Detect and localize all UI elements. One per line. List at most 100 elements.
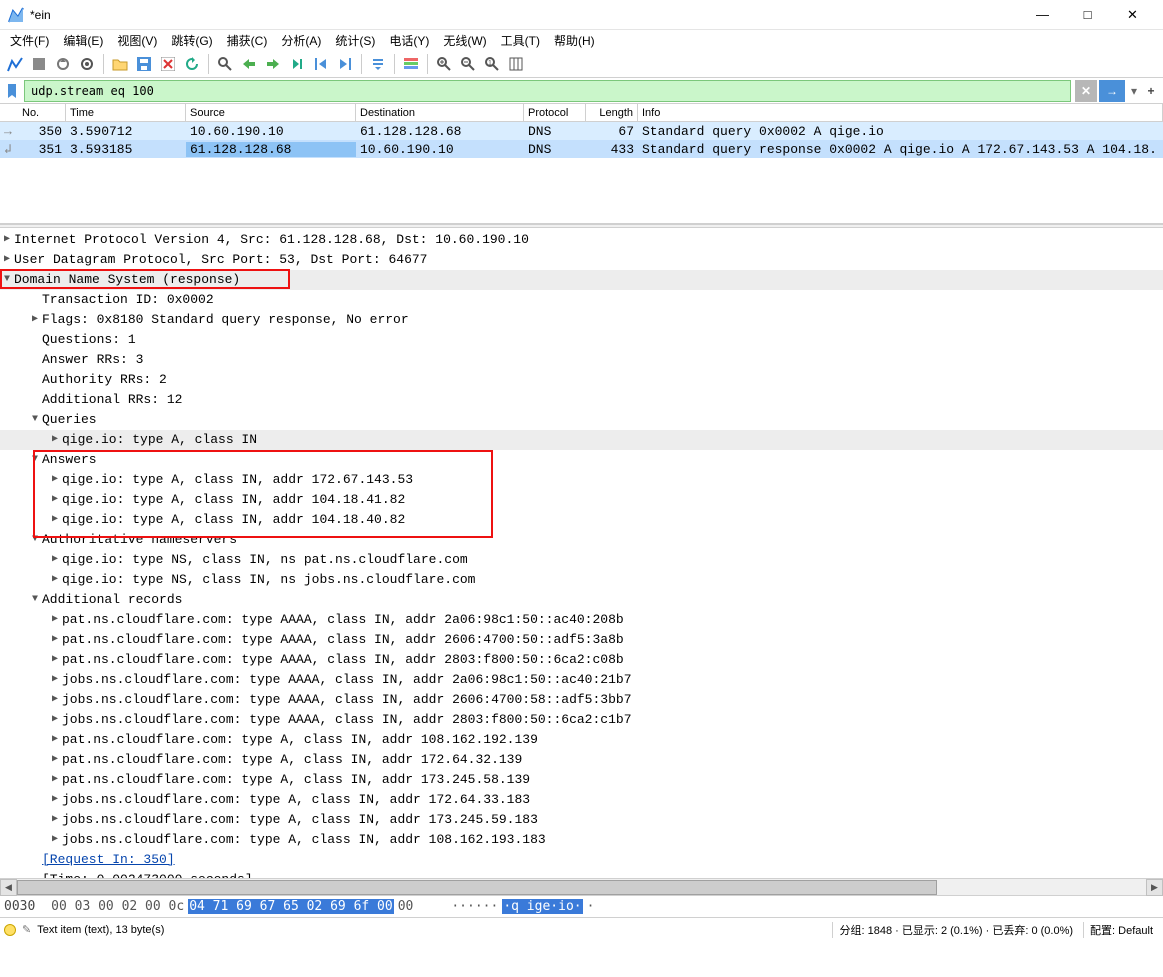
tree-item[interactable]: [Time: 0.002473000 seconds] bbox=[0, 870, 1163, 878]
menu-tools[interactable]: 工具(T) bbox=[495, 31, 546, 50]
collapse-icon[interactable]: ▼ bbox=[28, 410, 42, 430]
tree-item[interactable]: ▼Queries bbox=[0, 410, 1163, 430]
expand-icon[interactable]: ▶ bbox=[28, 310, 42, 330]
tree-item[interactable]: ▶pat.ns.cloudflare.com: type AAAA, class… bbox=[0, 610, 1163, 630]
expand-icon[interactable]: ▶ bbox=[48, 550, 62, 570]
go-back-icon[interactable] bbox=[238, 53, 260, 75]
start-capture-icon[interactable] bbox=[4, 53, 26, 75]
minimize-button[interactable]: — bbox=[1020, 0, 1065, 30]
tree-item[interactable]: ▶qige.io: type NS, class IN, ns jobs.ns.… bbox=[0, 570, 1163, 590]
expand-icon[interactable]: ▶ bbox=[48, 790, 62, 810]
menu-wireless[interactable]: 无线(W) bbox=[437, 31, 492, 50]
menu-go[interactable]: 跳转(G) bbox=[165, 31, 218, 50]
auto-scroll-icon[interactable] bbox=[367, 53, 389, 75]
expand-icon[interactable]: ▶ bbox=[48, 630, 62, 650]
tree-item[interactable]: ▼Additional records bbox=[0, 590, 1163, 610]
expand-icon[interactable]: ▶ bbox=[48, 770, 62, 790]
save-file-icon[interactable] bbox=[133, 53, 155, 75]
filter-history-dropdown[interactable]: ▾ bbox=[1127, 80, 1141, 102]
col-destination[interactable]: Destination bbox=[356, 104, 524, 121]
menu-view[interactable]: 视图(V) bbox=[111, 31, 163, 50]
collapse-icon[interactable]: ▼ bbox=[28, 530, 42, 550]
go-first-icon[interactable] bbox=[310, 53, 332, 75]
menu-statistics[interactable]: 统计(S) bbox=[329, 31, 381, 50]
expand-icon[interactable]: ▶ bbox=[48, 570, 62, 590]
expand-icon[interactable]: ▶ bbox=[48, 830, 62, 850]
zoom-in-icon[interactable] bbox=[433, 53, 455, 75]
expand-icon[interactable]: ▶ bbox=[48, 730, 62, 750]
tree-item[interactable]: ▶pat.ns.cloudflare.com: type AAAA, class… bbox=[0, 650, 1163, 670]
col-time[interactable]: Time bbox=[66, 104, 186, 121]
close-file-icon[interactable] bbox=[157, 53, 179, 75]
tree-item[interactable]: ▶jobs.ns.cloudflare.com: type A, class I… bbox=[0, 810, 1163, 830]
expert-info-icon[interactable] bbox=[4, 924, 16, 936]
add-filter-button[interactable]: + bbox=[1143, 80, 1159, 102]
go-to-packet-icon[interactable] bbox=[286, 53, 308, 75]
expand-icon[interactable]: ▶ bbox=[48, 510, 62, 530]
expand-icon[interactable]: ▶ bbox=[48, 650, 62, 670]
menu-help[interactable]: 帮助(H) bbox=[548, 31, 601, 50]
packet-row[interactable]: → 350 3.590712 10.60.190.10 61.128.128.6… bbox=[0, 122, 1163, 140]
menu-capture[interactable]: 捕获(C) bbox=[221, 31, 274, 50]
menu-analyze[interactable]: 分析(A) bbox=[275, 31, 327, 50]
expand-icon[interactable]: ▶ bbox=[0, 230, 14, 250]
col-length[interactable]: Length bbox=[586, 104, 638, 121]
tree-item[interactable]: Transaction ID: 0x0002 bbox=[0, 290, 1163, 310]
tree-item[interactable]: ▼Authoritative nameservers bbox=[0, 530, 1163, 550]
find-packet-icon[interactable] bbox=[214, 53, 236, 75]
menu-telephony[interactable]: 电话(Y) bbox=[383, 31, 435, 50]
tree-item-dns[interactable]: ▼Domain Name System (response) bbox=[0, 270, 1163, 290]
tree-item[interactable]: ▶qige.io: type A, class IN bbox=[0, 430, 1163, 450]
expand-icon[interactable]: ▶ bbox=[48, 470, 62, 490]
tree-item[interactable]: ▶qige.io: type A, class IN, addr 172.67.… bbox=[0, 470, 1163, 490]
tree-item[interactable]: ▶qige.io: type A, class IN, addr 104.18.… bbox=[0, 510, 1163, 530]
tree-item[interactable]: ▶Flags: 0x8180 Standard query response, … bbox=[0, 310, 1163, 330]
scroll-right-icon[interactable]: ▶ bbox=[1146, 879, 1163, 896]
tree-item[interactable]: ▶qige.io: type NS, class IN, ns pat.ns.c… bbox=[0, 550, 1163, 570]
collapse-icon[interactable]: ▼ bbox=[0, 270, 14, 290]
tree-item[interactable]: Authority RRs: 2 bbox=[0, 370, 1163, 390]
resize-columns-icon[interactable] bbox=[505, 53, 527, 75]
scroll-thumb[interactable] bbox=[17, 880, 937, 895]
menu-edit[interactable]: 编辑(E) bbox=[57, 31, 109, 50]
tree-item[interactable]: ▶jobs.ns.cloudflare.com: type AAAA, clas… bbox=[0, 690, 1163, 710]
tree-item[interactable]: ▶pat.ns.cloudflare.com: type A, class IN… bbox=[0, 770, 1163, 790]
tree-item[interactable]: ▶pat.ns.cloudflare.com: type A, class IN… bbox=[0, 750, 1163, 770]
menu-file[interactable]: 文件(F) bbox=[4, 31, 55, 50]
display-filter-input[interactable] bbox=[24, 80, 1071, 102]
expand-icon[interactable]: ▶ bbox=[48, 490, 62, 510]
tree-item[interactable]: ▶Internet Protocol Version 4, Src: 61.12… bbox=[0, 230, 1163, 250]
scroll-track[interactable] bbox=[17, 879, 1146, 896]
col-protocol[interactable]: Protocol bbox=[524, 104, 586, 121]
filter-bookmark-icon[interactable] bbox=[4, 80, 20, 102]
tree-item[interactable]: ▶qige.io: type A, class IN, addr 104.18.… bbox=[0, 490, 1163, 510]
capture-options-icon[interactable] bbox=[76, 53, 98, 75]
go-forward-icon[interactable] bbox=[262, 53, 284, 75]
scroll-left-icon[interactable]: ◀ bbox=[0, 879, 17, 896]
hex-view[interactable]: 0030 00 03 00 02 00 0c 04 71 69 67 65 02… bbox=[0, 895, 1163, 917]
tree-item[interactable]: Answer RRs: 3 bbox=[0, 350, 1163, 370]
zoom-reset-icon[interactable]: 1 bbox=[481, 53, 503, 75]
expand-icon[interactable]: ▶ bbox=[48, 710, 62, 730]
status-profile[interactable]: 配置: Default bbox=[1083, 922, 1159, 938]
collapse-icon[interactable]: ▼ bbox=[28, 590, 42, 610]
apply-filter-button[interactable]: → bbox=[1099, 80, 1125, 102]
tree-item[interactable]: ▶User Datagram Protocol, Src Port: 53, D… bbox=[0, 250, 1163, 270]
tree-item[interactable]: ▶pat.ns.cloudflare.com: type A, class IN… bbox=[0, 730, 1163, 750]
stop-capture-icon[interactable] bbox=[28, 53, 50, 75]
expand-icon[interactable]: ▶ bbox=[48, 610, 62, 630]
close-button[interactable]: ✕ bbox=[1110, 0, 1155, 30]
go-last-icon[interactable] bbox=[334, 53, 356, 75]
reload-icon[interactable] bbox=[181, 53, 203, 75]
col-source[interactable]: Source bbox=[186, 104, 356, 121]
tree-item[interactable]: Questions: 1 bbox=[0, 330, 1163, 350]
col-no[interactable]: No. bbox=[18, 104, 66, 121]
tree-item[interactable]: ▶pat.ns.cloudflare.com: type AAAA, class… bbox=[0, 630, 1163, 650]
packet-list[interactable]: → 350 3.590712 10.60.190.10 61.128.128.6… bbox=[0, 122, 1163, 158]
tree-item[interactable]: Additional RRs: 12 bbox=[0, 390, 1163, 410]
collapse-icon[interactable]: ▼ bbox=[28, 450, 42, 470]
expand-icon[interactable]: ▶ bbox=[48, 690, 62, 710]
expand-icon[interactable]: ▶ bbox=[48, 670, 62, 690]
maximize-button[interactable]: □ bbox=[1065, 0, 1110, 30]
expand-icon[interactable]: ▶ bbox=[48, 750, 62, 770]
